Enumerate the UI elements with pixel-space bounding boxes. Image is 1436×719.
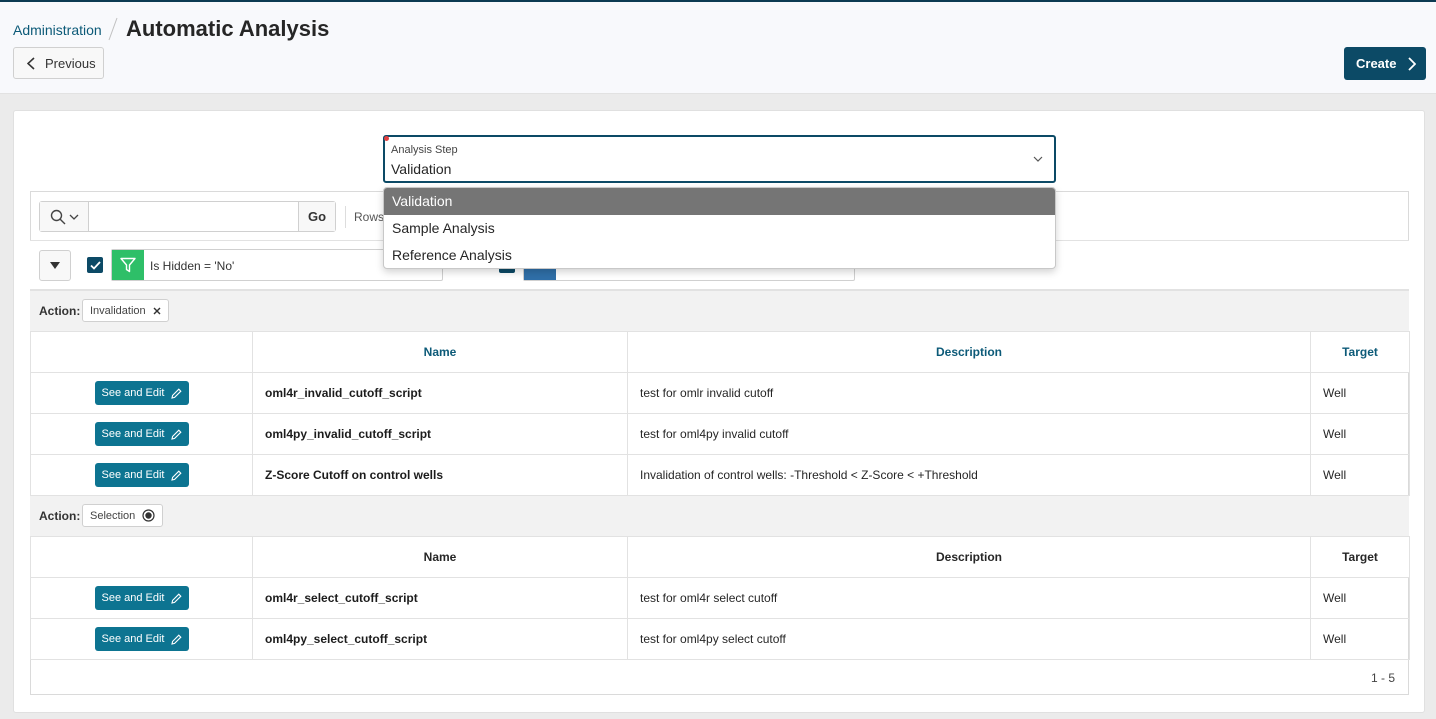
pagination-text: 1 - 5 <box>1371 671 1396 685</box>
breadcrumb-administration[interactable]: Administration <box>13 22 102 38</box>
see-and-edit-label: See and Edit <box>101 592 165 604</box>
action-cell: See and Edit <box>30 372 253 414</box>
table-row: See and Edit oml4py_select_cutoff_script… <box>30 618 1410 660</box>
analysis-step-value: Validation <box>391 161 452 177</box>
search-icon <box>50 209 65 224</box>
action-cell: See and Edit <box>30 454 253 496</box>
table-header-row: Name Description Target <box>30 536 1410 578</box>
target-cell: Well <box>1310 413 1410 455</box>
analysis-step-select[interactable]: Analysis Step Validation <box>383 135 1056 183</box>
chevron-left-icon <box>27 56 35 70</box>
see-and-edit-label: See and Edit <box>101 633 165 645</box>
invalidation-table: Name Description Target See and Edit oml… <box>30 331 1410 496</box>
column-header-action <box>30 536 253 578</box>
see-and-edit-label: See and Edit <box>101 469 165 481</box>
pencil-icon <box>170 592 182 604</box>
pencil-icon <box>170 469 182 481</box>
table-row: See and Edit Z-Score Cutoff on control w… <box>30 454 1410 496</box>
column-header-description[interactable]: Description <box>627 536 1311 578</box>
previous-button[interactable]: Previous <box>13 47 104 79</box>
table-row: See and Edit oml4py_invalid_cutoff_scrip… <box>30 413 1410 455</box>
table-row: See and Edit oml4r_invalid_cutoff_script… <box>30 372 1410 414</box>
group-header-invalidation: Action: Invalidation <box>30 290 1409 331</box>
close-icon[interactable] <box>153 307 161 315</box>
option-reference-analysis[interactable]: Reference Analysis <box>384 242 1055 268</box>
filter-icon <box>112 250 144 280</box>
search-column-button[interactable] <box>40 202 89 231</box>
column-header-action <box>30 331 253 373</box>
group-chip-text: Selection <box>90 509 136 522</box>
page-title: Automatic Analysis <box>126 16 330 41</box>
description-cell: Invalidation of control wells: -Threshol… <box>627 454 1311 496</box>
action-cell: See and Edit <box>30 577 253 619</box>
pencil-icon <box>170 428 182 440</box>
create-button[interactable]: Create <box>1344 47 1426 80</box>
action-cell: See and Edit <box>30 618 253 660</box>
option-validation[interactable]: Validation <box>384 188 1055 215</box>
selection-table: Name Description Target See and Edit oml… <box>30 536 1410 660</box>
page-header: Administration Automatic Analysis Previo… <box>0 2 1436 94</box>
search-input[interactable] <box>90 202 298 231</box>
previous-label: Previous <box>45 55 96 71</box>
see-and-edit-button[interactable]: See and Edit <box>94 463 189 487</box>
rows-per-page-label: Rows <box>354 210 385 224</box>
description-cell: test for omlr invalid cutoff <box>627 372 1311 414</box>
column-header-description[interactable]: Description <box>627 331 1311 373</box>
group-header-selection: Action: Selection <box>30 495 1409 536</box>
caret-down-icon <box>50 262 60 269</box>
target-cell: Well <box>1310 372 1410 414</box>
name-cell: oml4r_invalid_cutoff_script <box>252 372 628 414</box>
required-indicator <box>384 136 389 141</box>
group-chip-selection[interactable]: Selection <box>82 504 164 527</box>
go-button[interactable]: Go <box>298 202 335 231</box>
see-and-edit-button[interactable]: See and Edit <box>94 586 189 610</box>
analysis-step-label: Analysis Step <box>391 144 458 156</box>
name-cell: oml4py_invalid_cutoff_script <box>252 413 628 455</box>
name-cell: oml4r_select_cutoff_script <box>252 577 628 619</box>
analysis-step-dropdown: Validation Sample Analysis Reference Ana… <box>383 187 1056 269</box>
filter-enable-checkbox[interactable] <box>87 257 103 273</box>
group-chip-text: Invalidation <box>90 304 146 317</box>
description-cell: test for oml4py select cutoff <box>627 618 1311 660</box>
chevron-down-icon <box>69 214 78 220</box>
column-header-name[interactable]: Name <box>252 331 628 373</box>
create-label: Create <box>1356 56 1397 71</box>
checkmark-icon <box>89 260 101 270</box>
table-row: See and Edit oml4r_select_cutoff_script … <box>30 577 1410 619</box>
column-header-target[interactable]: Target <box>1310 331 1410 373</box>
action-cell: See and Edit <box>30 413 253 455</box>
description-cell: test for oml4py invalid cutoff <box>627 413 1311 455</box>
name-cell: Z-Score Cutoff on control wells <box>252 454 628 496</box>
see-and-edit-button[interactable]: See and Edit <box>94 381 189 405</box>
search-bar: Go <box>39 201 336 232</box>
radio-selected-icon[interactable] <box>142 509 155 522</box>
see-and-edit-label: See and Edit <box>101 428 165 440</box>
pencil-icon <box>170 387 182 399</box>
chevron-down-icon <box>1033 156 1043 162</box>
collapse-filters-button[interactable] <box>39 250 71 281</box>
group-chip-invalidation[interactable]: Invalidation <box>82 299 169 322</box>
filter-text: Is Hidden = 'No' <box>150 259 235 273</box>
group-label: Action: <box>39 509 81 523</box>
target-cell: Well <box>1310 577 1410 619</box>
see-and-edit-button[interactable]: See and Edit <box>94 422 189 446</box>
chevron-right-icon <box>1408 56 1417 71</box>
group-label: Action: <box>39 304 81 318</box>
toolbar-divider <box>345 206 346 228</box>
table-header-row: Name Description Target <box>30 331 1410 373</box>
name-cell: oml4py_select_cutoff_script <box>252 618 628 660</box>
breadcrumb-separator <box>108 17 118 41</box>
see-and-edit-button[interactable]: See and Edit <box>94 627 189 651</box>
see-and-edit-label: See and Edit <box>101 387 165 399</box>
description-cell: test for oml4r select cutoff <box>627 577 1311 619</box>
target-cell: Well <box>1310 454 1410 496</box>
option-sample-analysis[interactable]: Sample Analysis <box>384 215 1055 242</box>
target-cell: Well <box>1310 618 1410 660</box>
column-header-name[interactable]: Name <box>252 536 628 578</box>
column-header-target[interactable]: Target <box>1310 536 1410 578</box>
pencil-icon <box>170 633 182 645</box>
